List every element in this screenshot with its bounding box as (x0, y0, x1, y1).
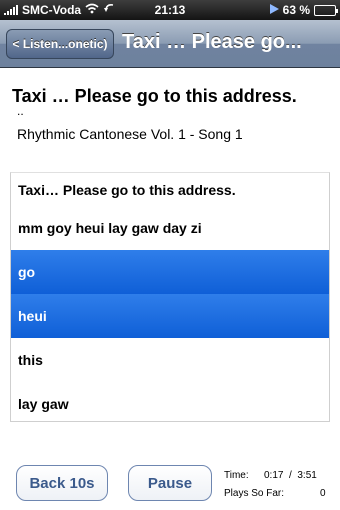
nav-title: Taxi … Please go... (122, 31, 302, 53)
song-subtitle: Rhythmic Cantonese Vol. 1 - Song 1 (17, 126, 243, 142)
lyric-row[interactable]: heui (11, 294, 329, 338)
lyric-row[interactable]: Taxi… Please go to this address. (11, 173, 329, 206)
lyric-row[interactable]: lay gaw (11, 382, 329, 421)
plays-value: 0 (320, 488, 326, 499)
song-title: Taxi … Please go to this address. (12, 86, 297, 106)
battery-percent: 63 % (282, 3, 310, 17)
play-indicator-icon (269, 3, 279, 17)
lyric-row[interactable]: this (11, 338, 329, 382)
lyric-row[interactable]: go (11, 250, 329, 294)
time-value: 0:17 / 3:51 (264, 470, 317, 481)
lyric-row[interactable]: mm goy heui lay gaw day zi (11, 206, 329, 250)
battery-icon (314, 4, 338, 16)
plays-label: Plays So Far: (224, 488, 285, 499)
phonetic-dots: .. (17, 104, 24, 118)
lyrics-list[interactable]: Taxi… Please go to this address. mm goy … (10, 172, 330, 422)
time-label: Time: (224, 470, 249, 481)
navigation-bar: < Listen...onetic) Taxi … Please go... (0, 20, 340, 68)
nav-back-button[interactable]: < Listen...onetic) (6, 29, 114, 59)
back-10s-button[interactable]: Back 10s (16, 465, 108, 501)
status-bar: SMC-Voda 21:13 63 % (0, 0, 340, 20)
pause-button[interactable]: Pause (128, 465, 212, 501)
status-right: 63 % (269, 3, 338, 17)
